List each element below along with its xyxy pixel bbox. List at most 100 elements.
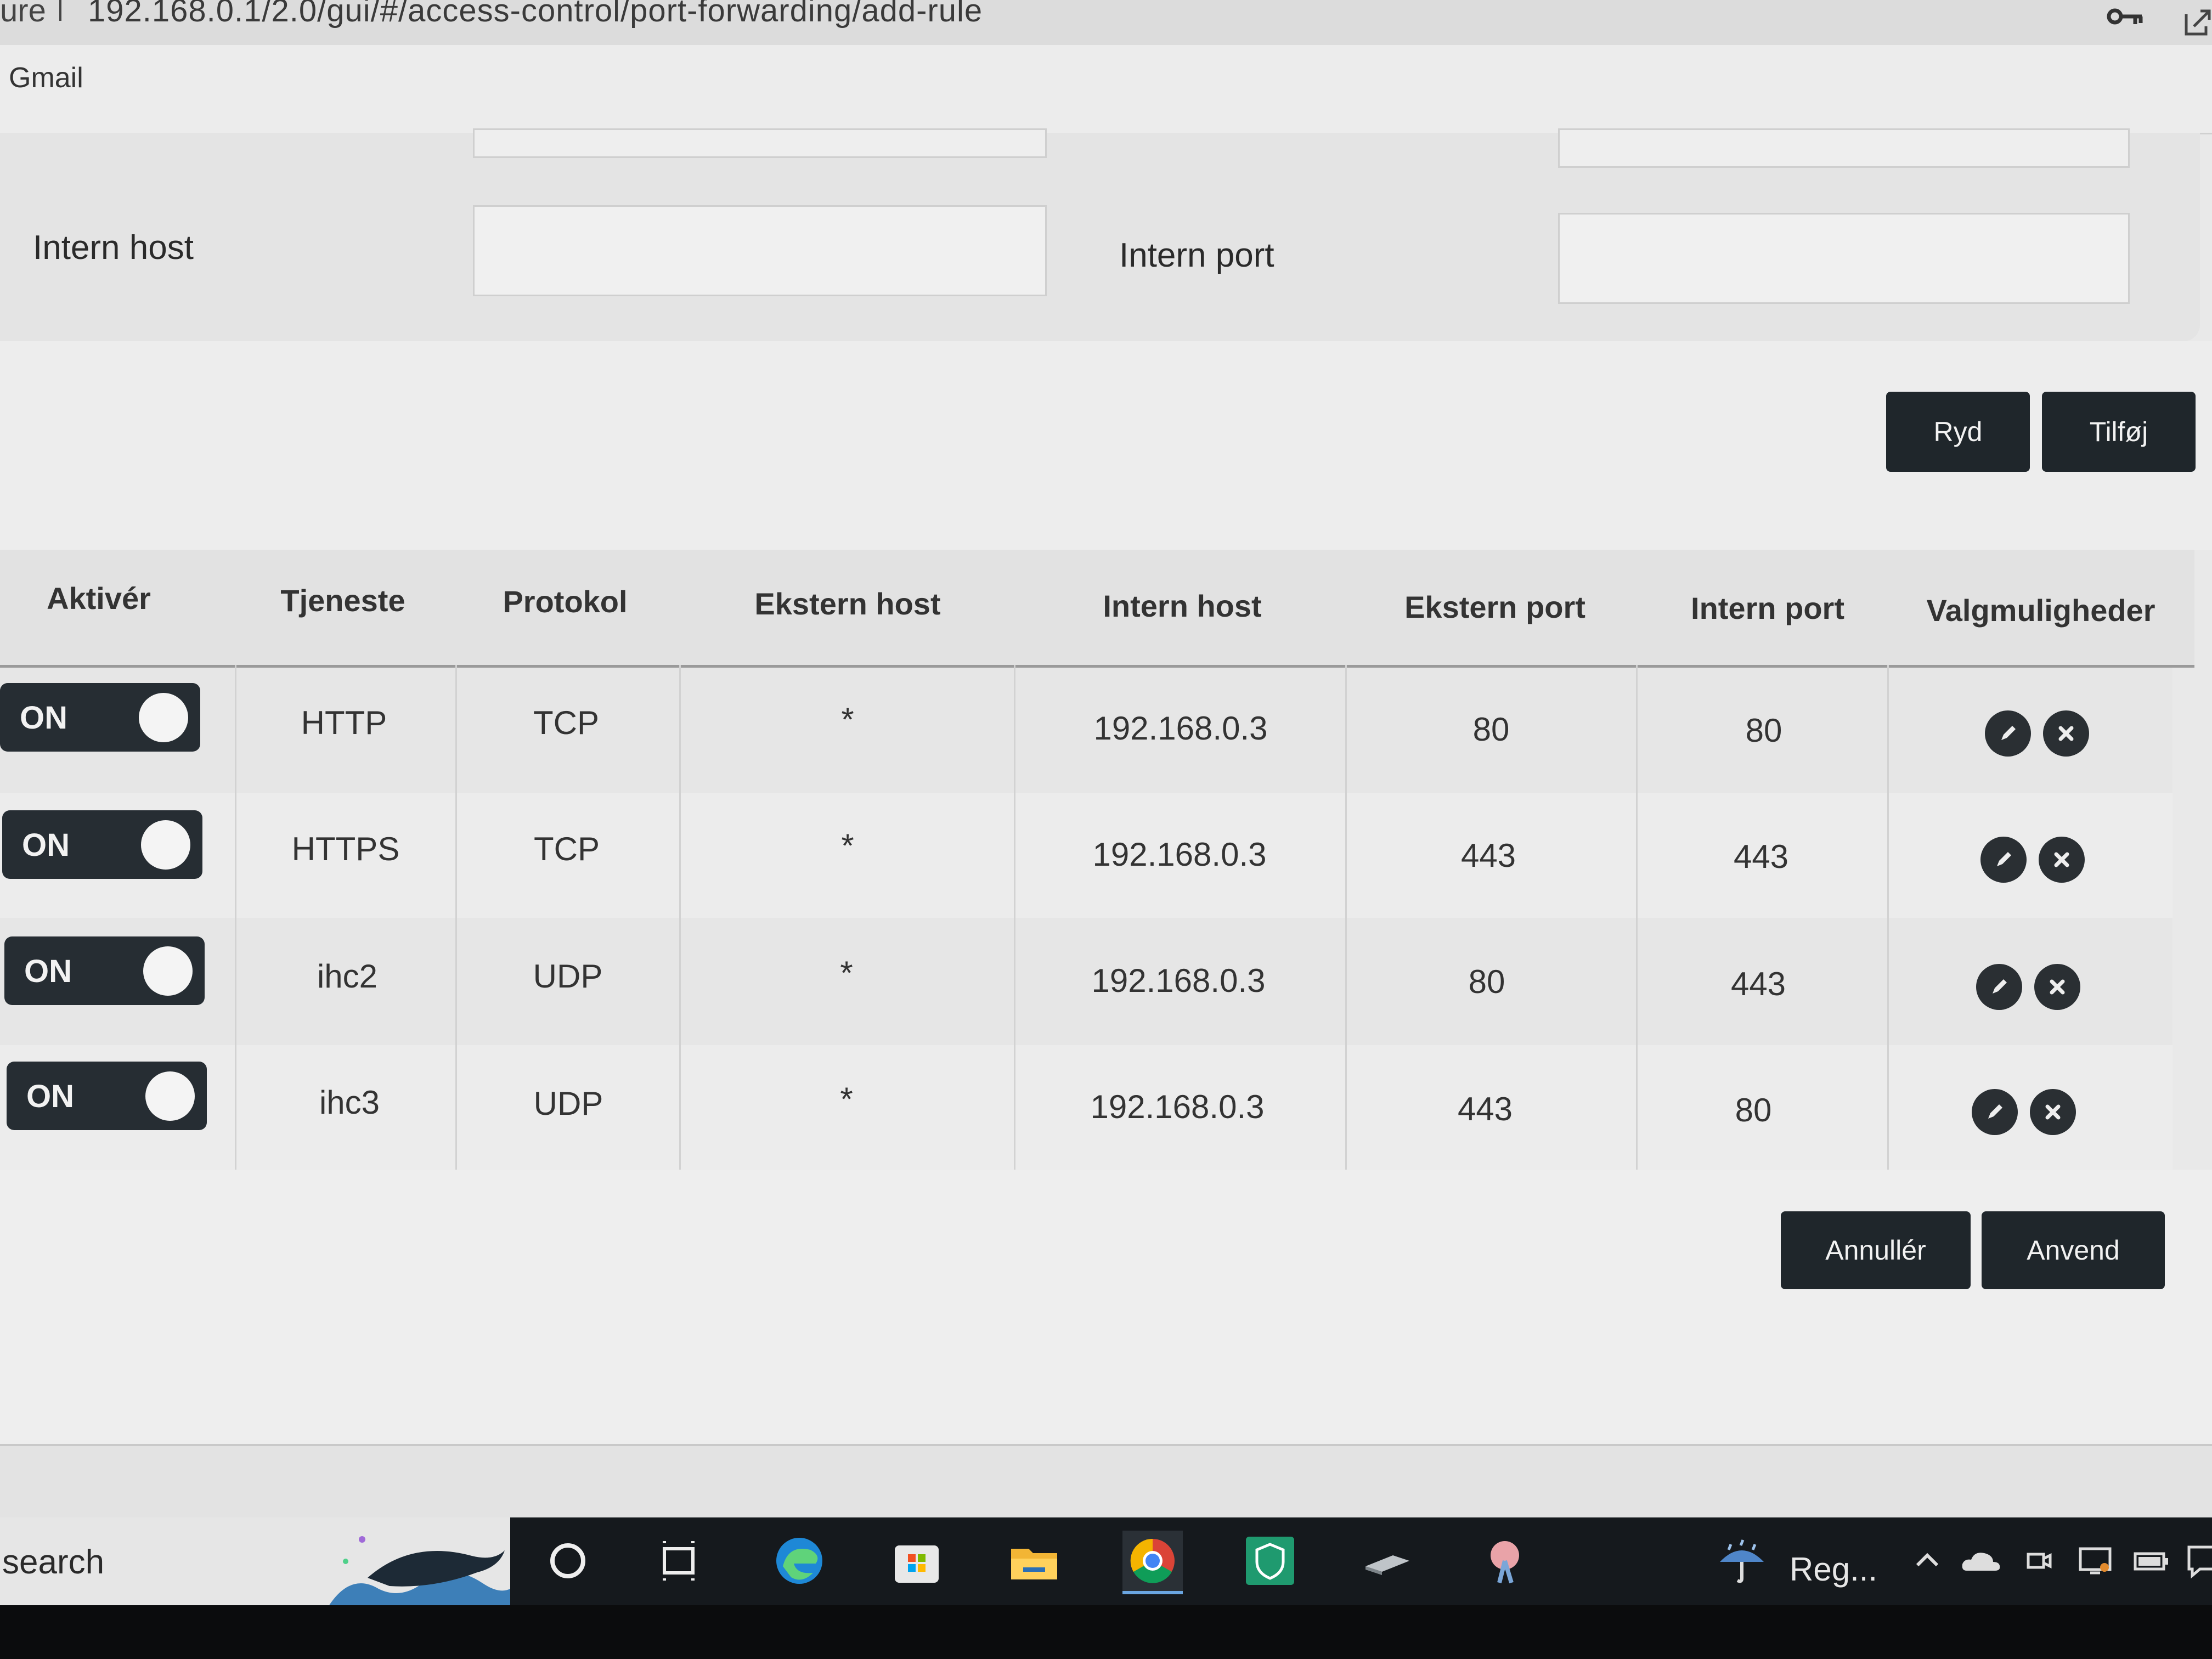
- cell-external-port: 80: [1468, 963, 1505, 1000]
- table-row: ON ihc3 UDP * 192.168.0.3 443 80: [0, 1045, 2172, 1170]
- address-separator: [59, 0, 61, 21]
- intern-port-input[interactable]: [1558, 213, 2130, 304]
- search-highlight-whale-icon: [329, 1523, 510, 1608]
- edit-icon[interactable]: [1980, 837, 2027, 883]
- table-row: ON HTTP TCP * 192.168.0.3 80 80: [0, 668, 2172, 793]
- apply-button[interactable]: Anvend: [1982, 1211, 2165, 1289]
- security-shield-icon[interactable]: [1240, 1531, 1300, 1591]
- column-divider: [1887, 665, 1889, 1170]
- previous-field-right[interactable]: [1558, 128, 2130, 168]
- chevron-up-icon[interactable]: [1897, 1531, 1957, 1591]
- enable-toggle[interactable]: ON: [0, 683, 200, 752]
- edit-icon[interactable]: [1985, 710, 2031, 757]
- meet-now-icon[interactable]: [2008, 1531, 2068, 1591]
- taskbar-search[interactable]: search: [0, 1517, 510, 1605]
- toggle-label: ON: [20, 700, 67, 736]
- open-external-icon[interactable]: [2181, 5, 2212, 41]
- delete-icon[interactable]: [2039, 837, 2085, 883]
- notification-icon[interactable]: [2172, 1531, 2212, 1591]
- intern-host-label: Intern host: [33, 229, 194, 267]
- cell-internal-host: 192.168.0.3: [1093, 710, 1268, 747]
- cell-internal-host: 192.168.0.3: [1091, 962, 1266, 999]
- column-divider: [235, 665, 236, 1170]
- add-button[interactable]: Tilføj: [2042, 392, 2196, 472]
- header-enable[interactable]: Aktivér: [47, 580, 151, 616]
- cortana-icon[interactable]: [538, 1531, 598, 1591]
- header-options: Valgmuligheder: [1926, 593, 2155, 628]
- address-prefix: ure: [0, 0, 46, 29]
- cell-service: HTTPS: [291, 831, 400, 867]
- network-icon[interactable]: [2065, 1531, 2125, 1591]
- cell-internal-port: 80: [1735, 1092, 1772, 1128]
- header-internal-port[interactable]: Intern port: [1691, 590, 1844, 626]
- address-bar[interactable]: ure 192.168.0.1/2.0/gui/#/access-control…: [0, 0, 2212, 45]
- add-rule-form: Intern host Intern port: [0, 128, 2200, 341]
- table-row: ON HTTPS TCP * 192.168.0.3 443 443: [0, 793, 2172, 918]
- bookmark-gmail[interactable]: Gmail: [9, 61, 83, 94]
- file-explorer-icon[interactable]: [1004, 1531, 1064, 1591]
- toggle-knob: [145, 1071, 195, 1121]
- toggle-knob: [139, 693, 188, 742]
- cell-service: ihc3: [319, 1084, 380, 1121]
- store-icon[interactable]: [887, 1531, 947, 1591]
- column-divider: [1014, 665, 1015, 1170]
- enable-toggle[interactable]: ON: [4, 936, 205, 1005]
- cell-external-host: *: [841, 701, 854, 738]
- enable-toggle[interactable]: ON: [2, 810, 202, 879]
- header-service[interactable]: Tjeneste: [280, 583, 405, 618]
- rules-table-header: Aktivér Tjeneste Protokol Ekstern host I…: [0, 550, 2194, 668]
- toggle-knob: [141, 820, 190, 870]
- bookmarks-bar: Gmail: [0, 45, 2212, 134]
- delete-icon[interactable]: [2043, 710, 2089, 757]
- monitor-bezel: [0, 1605, 2212, 1659]
- cell-protocol: TCP: [533, 704, 599, 741]
- cell-external-port: 80: [1472, 711, 1510, 748]
- intern-host-input[interactable]: [473, 205, 1047, 296]
- task-view-icon[interactable]: [648, 1531, 709, 1591]
- cell-protocol: UDP: [533, 958, 603, 995]
- previous-field-left[interactable]: [473, 128, 1047, 158]
- onedrive-cloud-icon[interactable]: [1951, 1531, 2011, 1591]
- cell-external-host: *: [840, 1081, 853, 1118]
- table-row: ON ihc2 UDP * 192.168.0.3 80 443: [0, 918, 2172, 1045]
- cell-service: HTTP: [301, 704, 387, 741]
- edit-icon[interactable]: [1976, 964, 2022, 1010]
- column-divider: [455, 665, 457, 1170]
- cell-service: ihc2: [317, 958, 378, 995]
- search-placeholder: search: [2, 1543, 105, 1581]
- tray-weather-text[interactable]: Reg...: [1790, 1550, 1877, 1588]
- weather-umbrella-icon[interactable]: [1712, 1531, 1772, 1591]
- delete-icon[interactable]: [2030, 1089, 2076, 1135]
- header-external-host[interactable]: Ekstern host: [754, 586, 940, 622]
- key-icon[interactable]: [2107, 5, 2145, 30]
- toggle-label: ON: [24, 953, 72, 989]
- cell-internal-port: 443: [1730, 966, 1786, 1002]
- cell-internal-host: 192.168.0.3: [1090, 1088, 1265, 1125]
- cell-internal-port: 443: [1733, 838, 1789, 875]
- toggle-knob: [143, 946, 193, 996]
- cell-internal-port: 80: [1745, 712, 1782, 749]
- address-url[interactable]: 192.168.0.1/2.0/gui/#/access-control/por…: [88, 0, 983, 29]
- toggle-label: ON: [22, 827, 70, 863]
- form-actions-area: [0, 341, 2212, 550]
- header-external-port[interactable]: Ekstern port: [1404, 589, 1585, 625]
- cancel-button[interactable]: Annullér: [1781, 1211, 1971, 1289]
- header-internal-host[interactable]: Intern host: [1103, 588, 1261, 624]
- enable-toggle[interactable]: ON: [7, 1062, 207, 1130]
- column-divider: [1345, 665, 1347, 1170]
- clear-button[interactable]: Ryd: [1886, 392, 2030, 472]
- toggle-label: ON: [26, 1079, 74, 1114]
- edge-icon[interactable]: [769, 1531, 830, 1591]
- app-icon[interactable]: [1357, 1531, 1418, 1591]
- cell-external-host: *: [840, 955, 853, 991]
- intern-port-label: Intern port: [1119, 236, 1274, 274]
- snipping-icon[interactable]: [1475, 1531, 1535, 1591]
- delete-icon[interactable]: [2034, 964, 2080, 1010]
- cell-external-port: 443: [1457, 1091, 1513, 1127]
- chrome-icon[interactable]: [1122, 1531, 1183, 1594]
- header-protocol[interactable]: Protokol: [503, 584, 627, 619]
- column-divider: [679, 665, 681, 1170]
- cell-external-host: *: [841, 827, 854, 864]
- cell-protocol: TCP: [534, 831, 600, 867]
- edit-icon[interactable]: [1972, 1089, 2018, 1135]
